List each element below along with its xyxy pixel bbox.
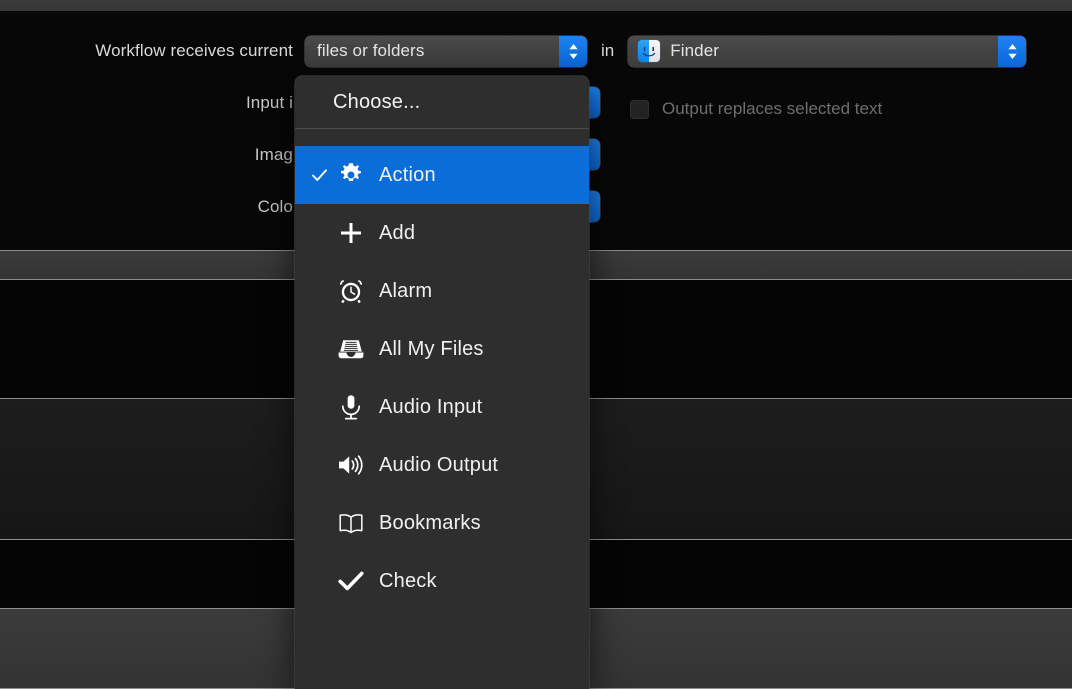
workflow-image-label: Imag — [254, 145, 293, 164]
chevron-updown-icon[interactable] — [998, 35, 1027, 67]
alarm-clock-icon — [333, 276, 369, 306]
menu-item-alarm[interactable]: Alarm — [295, 262, 589, 320]
menu-header-label: Choose... — [333, 90, 421, 113]
workflow-input-label: Input i — [245, 93, 293, 112]
menu-item-audio-input[interactable]: Audio Input — [295, 378, 589, 436]
menu-item-add[interactable]: Add — [295, 204, 589, 262]
workflow-receives-label: Workflow receives current — [95, 41, 293, 60]
workflow-receives-row: Workflow receives current files or folde… — [0, 35, 1072, 67]
menu-item-check[interactable]: Check — [295, 552, 589, 610]
plus-icon — [333, 218, 369, 248]
workflow-receives-popup[interactable]: files or folders — [305, 35, 587, 67]
workflow-app-popup[interactable]: Finder — [628, 35, 1027, 67]
menu-item-label: All My Files — [379, 337, 484, 360]
menu-item-audio-output[interactable]: Audio Output — [295, 436, 589, 494]
workflow-app-value: Finder — [670, 41, 720, 60]
output-replaces-text-checkbox-row[interactable]: Output replaces selected text — [630, 99, 882, 119]
menu-item-label: Audio Input — [379, 395, 483, 418]
menu-item-label: Alarm — [379, 279, 433, 302]
menu-item-action[interactable]: Action — [295, 146, 589, 204]
output-replaces-text-checkbox[interactable] — [630, 99, 649, 119]
menu-spacer — [295, 129, 589, 146]
workflow-color-label: Colo — [257, 197, 293, 216]
window-titlebar — [0, 0, 1072, 11]
finder-icon — [638, 40, 661, 62]
menu-item-label: Check — [379, 569, 437, 592]
menu-item-label: Action — [379, 163, 436, 186]
output-replaces-text-label: Output replaces selected text — [662, 99, 883, 118]
checkmark-icon — [305, 166, 333, 185]
icon-chooser-menu[interactable]: Choose... Action Add Alarm All My Files … — [295, 76, 589, 689]
menu-item-label: Bookmarks — [379, 511, 481, 534]
menu-item-label: Add — [379, 221, 416, 244]
workflow-receives-value: files or folders — [317, 41, 425, 60]
menu-item-bookmarks[interactable]: Bookmarks — [295, 494, 589, 552]
file-tray-icon — [333, 334, 369, 364]
speaker-icon — [333, 450, 369, 480]
checkmark-icon — [333, 566, 369, 596]
gear-icon — [333, 160, 369, 190]
menu-header[interactable]: Choose... — [295, 76, 589, 128]
in-word-label: in — [601, 41, 615, 60]
microphone-icon — [333, 392, 369, 422]
menu-item-all-my-files[interactable]: All My Files — [295, 320, 589, 378]
application-window: Workflow receives current files or folde… — [0, 0, 1072, 689]
menu-item-label: Audio Output — [379, 453, 499, 476]
chevron-updown-icon[interactable] — [559, 35, 587, 67]
open-book-icon — [333, 508, 369, 538]
